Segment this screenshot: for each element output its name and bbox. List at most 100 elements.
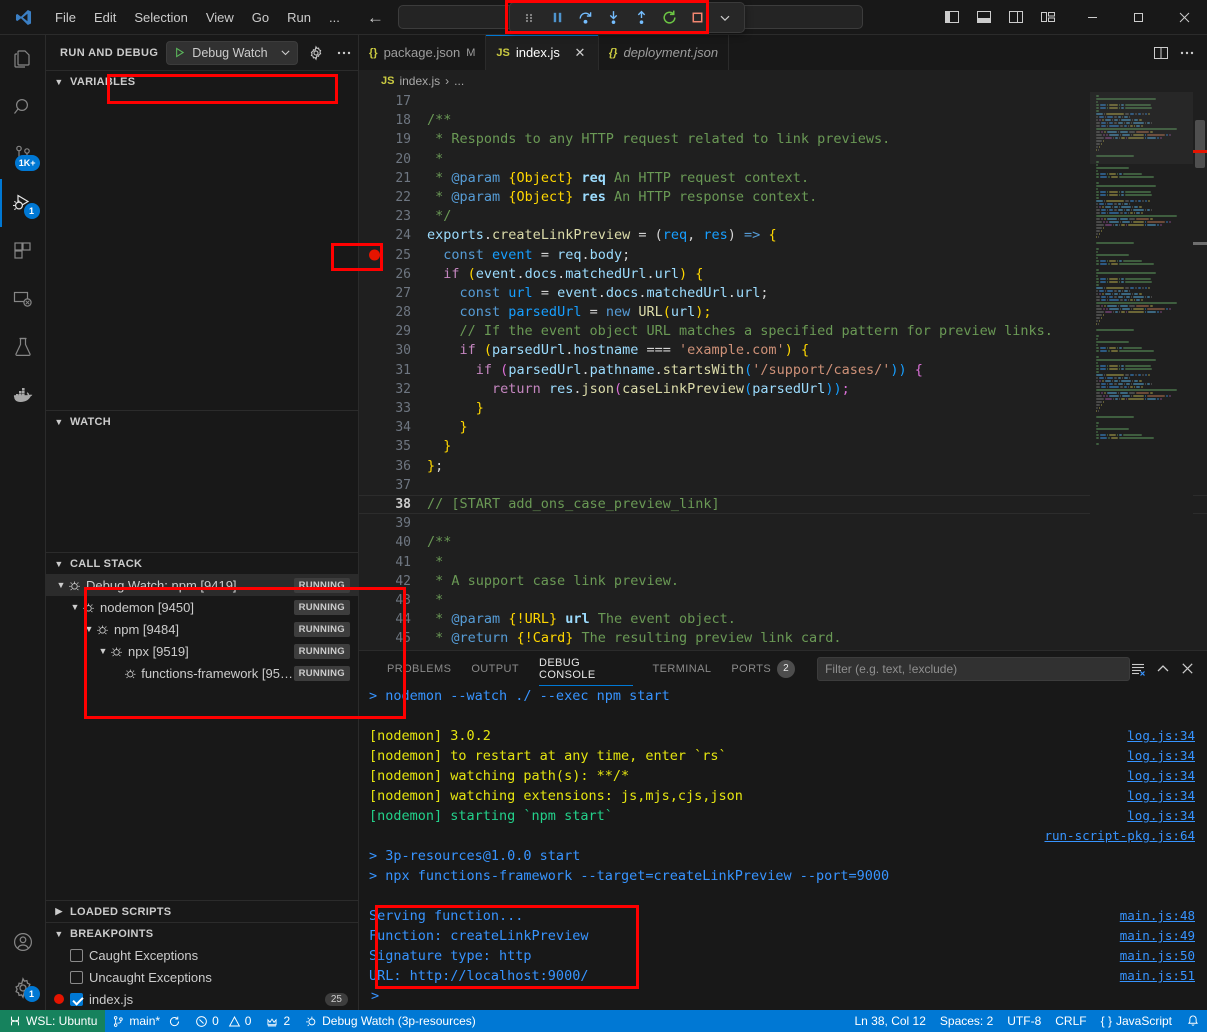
- activity-item-docker[interactable]: [0, 371, 46, 419]
- line-number[interactable]: 36: [359, 457, 427, 476]
- toggle-secondary-sidebar-icon[interactable]: [1003, 4, 1029, 30]
- breakpoint-checkbox[interactable]: [70, 993, 83, 1006]
- window-maximize-button[interactable]: [1115, 0, 1161, 35]
- code-text[interactable]: const event = req.body;: [427, 246, 630, 265]
- section-header-watch[interactable]: ▼ WATCH: [46, 410, 358, 432]
- stop-button[interactable]: [684, 5, 710, 30]
- code-editor[interactable]: 1718/**19 * Responds to any HTTP request…: [359, 92, 1207, 650]
- code-line[interactable]: 25 const event = req.body;: [359, 246, 1207, 265]
- activity-item-extensions[interactable]: [0, 227, 46, 275]
- code-text[interactable]: }: [427, 437, 451, 456]
- panel-tab-debug-console[interactable]: DEBUG CONSOLE: [529, 651, 643, 686]
- panel-tab-output[interactable]: OUTPUT: [461, 651, 529, 686]
- breakpoint-checkbox[interactable]: [70, 971, 83, 984]
- breadcrumb-symbol[interactable]: ...: [454, 74, 464, 88]
- code-text[interactable]: * @return {!Card} The resulting preview …: [427, 629, 842, 648]
- code-text[interactable]: if (event.docs.matchedUrl.url) {: [427, 265, 703, 284]
- chevron-down-icon[interactable]: ▼: [96, 646, 110, 656]
- line-number[interactable]: 30: [359, 341, 427, 360]
- code-line[interactable]: 27 const url = event.docs.matchedUrl.url…: [359, 284, 1207, 303]
- line-number[interactable]: 24: [359, 226, 427, 245]
- panel-tab-problems[interactable]: PROBLEMS: [377, 651, 461, 686]
- sidebar-more-actions-button[interactable]: [334, 42, 354, 64]
- code-text[interactable]: *: [427, 150, 443, 169]
- chevron-down-icon[interactable]: ▼: [54, 580, 68, 590]
- pause-button[interactable]: [544, 5, 570, 30]
- code-text[interactable]: // If the event object URL matches a spe…: [427, 322, 1053, 341]
- line-number[interactable]: 43: [359, 591, 427, 610]
- editor-vertical-scrollbar[interactable]: [1193, 92, 1207, 650]
- code-line[interactable]: 36};: [359, 457, 1207, 476]
- panel-tab-terminal[interactable]: TERMINAL: [643, 651, 722, 686]
- code-line[interactable]: 21 * @param {Object} req An HTTP request…: [359, 169, 1207, 188]
- breakpoint-row-caught-exceptions[interactable]: Caught Exceptions: [46, 944, 358, 966]
- breakpoint-checkbox[interactable]: [70, 949, 83, 962]
- callstack-row[interactable]: ▼ npm [9484] RUNNING: [46, 618, 358, 640]
- menu-go[interactable]: Go: [243, 7, 278, 28]
- activity-item-search[interactable]: [0, 83, 46, 131]
- status-eol[interactable]: CRLF: [1048, 1010, 1093, 1032]
- code-text[interactable]: */: [427, 207, 451, 226]
- line-number[interactable]: 32: [359, 380, 427, 399]
- chevron-down-icon[interactable]: [712, 5, 738, 30]
- callstack-row[interactable]: ▼ npx [9519] RUNNING: [46, 640, 358, 662]
- line-number[interactable]: 25: [359, 246, 427, 265]
- close-icon[interactable]: ✕: [572, 45, 588, 61]
- code-line[interactable]: 30 if (parsedUrl.hostname === 'example.c…: [359, 341, 1207, 360]
- console-source-link[interactable]: log.js:34: [1127, 786, 1207, 806]
- code-line[interactable]: 43 *: [359, 591, 1207, 610]
- line-number[interactable]: 40: [359, 533, 427, 552]
- tab-index-js[interactable]: JS index.js ✕: [486, 35, 599, 70]
- code-line[interactable]: 28 const parsedUrl = new URL(url);: [359, 303, 1207, 322]
- line-number[interactable]: 37: [359, 476, 427, 495]
- menu-bar[interactable]: File Edit Selection View Go Run ...: [46, 7, 349, 28]
- status-debug-session[interactable]: Debug Watch (3p-resources): [297, 1010, 483, 1032]
- go-back-icon[interactable]: ←: [367, 9, 384, 26]
- code-text[interactable]: }: [427, 418, 468, 437]
- code-line[interactable]: 24exports.createLinkPreview = (req, res)…: [359, 226, 1207, 245]
- minimap[interactable]: [1090, 92, 1193, 650]
- activity-item-source-control[interactable]: 1K+: [0, 131, 46, 179]
- section-header-loaded-scripts[interactable]: ▶ LOADED SCRIPTS: [46, 900, 358, 922]
- console-source-link[interactable]: log.js:34: [1127, 806, 1207, 826]
- section-header-breakpoints[interactable]: ▼ BREAKPOINTS: [46, 922, 358, 944]
- code-text[interactable]: * @param {Object} res An HTTP response c…: [427, 188, 817, 207]
- line-number[interactable]: 44: [359, 610, 427, 629]
- console-source-link[interactable]: log.js:34: [1127, 726, 1207, 746]
- launch-config-dropdown[interactable]: Debug Watch: [166, 41, 298, 65]
- line-number[interactable]: 18: [359, 111, 427, 130]
- chevron-down-icon[interactable]: ▼: [68, 602, 82, 612]
- code-text[interactable]: *: [427, 553, 443, 572]
- code-line[interactable]: 44 * @param {!URL} url The event object.: [359, 610, 1207, 629]
- line-number[interactable]: 17: [359, 92, 427, 111]
- console-source-link[interactable]: main.js:51: [1120, 966, 1207, 986]
- line-number[interactable]: 35: [359, 437, 427, 456]
- tab-package-json[interactable]: {} package.json M: [359, 35, 486, 70]
- activity-item-remote-explorer[interactable]: [0, 275, 46, 323]
- status-problems[interactable]: 0 0: [188, 1010, 258, 1032]
- line-number[interactable]: 41: [359, 553, 427, 572]
- section-header-variables[interactable]: ▼ VARIABLES: [46, 70, 358, 92]
- status-language-mode[interactable]: { } JavaScript: [1094, 1010, 1179, 1032]
- code-line[interactable]: 33 }: [359, 399, 1207, 418]
- step-out-button[interactable]: [628, 5, 654, 30]
- code-line[interactable]: 45 * @return {!Card} The resulting previ…: [359, 629, 1207, 648]
- line-number[interactable]: 23: [359, 207, 427, 226]
- activity-item-run-and-debug[interactable]: 1: [0, 179, 46, 227]
- code-line[interactable]: 39: [359, 514, 1207, 533]
- line-number[interactable]: 20: [359, 150, 427, 169]
- close-panel-icon[interactable]: [1180, 661, 1195, 676]
- console-source-link[interactable]: main.js:50: [1120, 946, 1207, 966]
- code-text[interactable]: };: [427, 457, 443, 476]
- tab-deployment-json[interactable]: {} deployment.json: [599, 35, 729, 70]
- step-into-button[interactable]: [600, 5, 626, 30]
- activity-item-account[interactable]: [0, 918, 46, 966]
- line-number[interactable]: 27: [359, 284, 427, 303]
- code-text[interactable]: * @param {Object} req An HTTP request co…: [427, 169, 809, 188]
- code-text[interactable]: exports.createLinkPreview = (req, res) =…: [427, 226, 777, 245]
- console-source-link[interactable]: log.js:34: [1127, 746, 1207, 766]
- toggle-primary-sidebar-icon[interactable]: [939, 4, 965, 30]
- status-encoding[interactable]: UTF-8: [1000, 1010, 1048, 1032]
- section-header-callstack[interactable]: ▼ CALL STACK: [46, 552, 358, 574]
- drag-handle-icon[interactable]: [516, 5, 542, 30]
